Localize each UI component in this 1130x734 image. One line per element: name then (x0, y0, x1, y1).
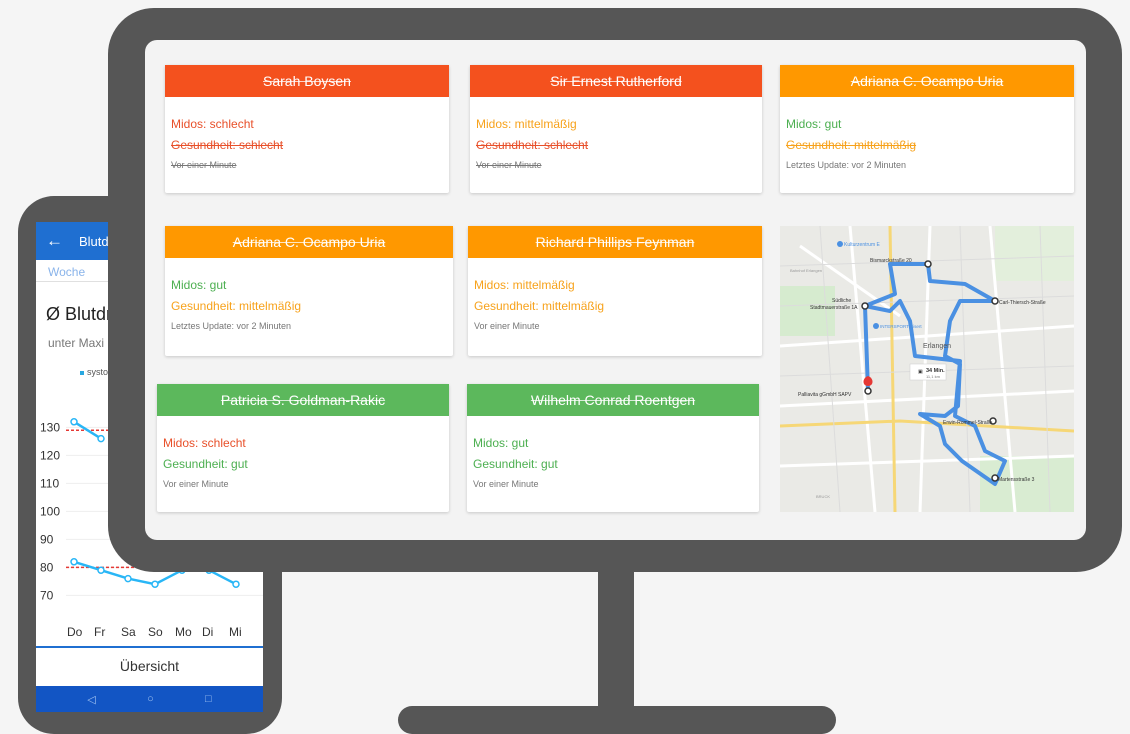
patient-name: Adriana C. Ocampo Uria (780, 65, 1074, 97)
patient-card[interactable]: Adriana C. Ocampo Uria Midos: gut Gesundhe… (780, 65, 1074, 193)
last-update: Vor einer Minute (171, 160, 237, 170)
patient-name: Sarah Boysen (165, 65, 449, 97)
map-label-erwin: Erwin-Rommel-Straße (943, 420, 993, 426)
map-label-suedliche: Südliche (832, 298, 851, 304)
health-status: Gesundheit: gut (163, 457, 248, 471)
patient-card[interactable]: Wilhelm Conrad Roentgen Midos: gut Gesundh… (467, 384, 759, 512)
last-update: Vor einer Minute (163, 479, 229, 489)
route-distance: 11,1 km (926, 374, 941, 379)
midos-status: Midos: mittelmäßig (474, 278, 575, 292)
health-status: Gesundheit: mittelmäßig (474, 299, 605, 313)
x-tick-label: Sa (121, 625, 136, 639)
x-tick-label: Fr (94, 625, 105, 639)
data-point (70, 558, 78, 566)
midos-status: Midos: gut (786, 117, 842, 131)
x-tick-label: Do (67, 625, 83, 639)
map-label-erlangen: Erlangen (923, 343, 951, 350)
android-nav-bar: ◁ ○ □ (36, 686, 263, 712)
last-update: Vor einer Minute (473, 479, 539, 489)
last-update: Vor einer Minute (474, 321, 540, 331)
patient-status: Midos: gut Gesundheit: mittelmäßig Letztes… (165, 258, 453, 331)
nav-back-icon[interactable]: ◁ (87, 693, 95, 706)
monitor-neck (598, 568, 634, 712)
x-tick-label: Mi (229, 625, 242, 639)
map-label-bismarck: Bismarckstraße 20 (870, 258, 912, 264)
location-pin-icon (863, 376, 873, 386)
data-point (124, 574, 132, 583)
midos-status: Midos: schlecht (171, 117, 254, 131)
monitor-base (398, 706, 836, 734)
health-status: Gesundheit: gut (473, 457, 558, 471)
last-update: Letztes Update: vor 2 Minuten (171, 321, 292, 331)
legend-dot-icon (80, 370, 84, 375)
patient-status: Midos: schlecht Gesundheit: schlecht Vor e… (165, 97, 449, 170)
patient-name: Adriana C. Ocampo Uria (165, 226, 453, 258)
data-point (151, 580, 159, 588)
y-tick-label: 130 (40, 420, 60, 434)
last-update: Vor einer Minute (476, 160, 542, 170)
patient-status: Midos: mittelmäßig Gesundheit: schlecht Vo… (470, 97, 762, 170)
map-canvas: ▣ 34 Min. 11,1 km Kulturzentrum E Bismar… (780, 226, 1074, 512)
y-tick-label: 100 (40, 504, 60, 518)
nav-recents-icon[interactable]: □ (205, 693, 212, 705)
y-tick-label: 120 (40, 448, 60, 462)
patient-status: Midos: gut Gesundheit: mittelmäßig Letztes… (780, 97, 1074, 170)
midos-status: Midos: schlecht (163, 436, 246, 450)
data-point (97, 566, 105, 574)
y-tick-label: 110 (40, 476, 59, 490)
nav-home-icon[interactable]: ○ (147, 693, 154, 705)
phone-tab-label: Woche (48, 265, 86, 279)
midos-status: Midos: mittelmäßig (476, 117, 577, 131)
y-tick-label: 80 (40, 560, 54, 574)
dashboard-screen: Sarah Boysen Midos: schlecht Gesundheit: s… (145, 40, 1086, 540)
map-label-palliavita: Palliavita gGmbH SAPV (798, 392, 852, 398)
patient-card[interactable]: Adriana C. Ocampo Uria Midos: gut Gesundhe… (165, 226, 453, 356)
x-tick-label: So (148, 625, 163, 639)
legend-label: systo (87, 367, 109, 377)
health-status: Gesundheit: mittelmäßig (786, 138, 917, 152)
back-arrow-icon[interactable]: ← (46, 231, 63, 251)
map-label-stadtmauer: Stadtmauerstraße 1A (810, 305, 858, 311)
svg-text:▣: ▣ (918, 369, 923, 375)
patient-card[interactable]: Patricia S. Goldman-Rakic Midos: schlecht… (157, 384, 449, 512)
patient-card[interactable]: Sarah Boysen Midos: schlecht Gesundheit: s… (165, 65, 449, 193)
map-label-intersport: INTERSPORT Eisert (880, 324, 922, 329)
health-status: Gesundheit: schlecht (171, 138, 284, 152)
patient-name: Sir Ernest Rutherford (470, 65, 762, 97)
patient-status: Midos: mittelmäßig Gesundheit: mittelmäßi… (468, 258, 762, 331)
patient-name: Patricia S. Goldman-Rakic (157, 384, 449, 416)
patient-status: Midos: gut Gesundheit: gut Vor einer Minut… (467, 416, 759, 489)
patient-name: Wilhelm Conrad Roentgen (467, 384, 759, 416)
overview-button[interactable]: Übersicht (36, 646, 263, 686)
health-status: Gesundheit: mittelmäßig (171, 299, 302, 313)
data-point (97, 434, 105, 443)
y-tick-label: 70 (40, 588, 54, 602)
patient-name: Richard Phillips Feynman (468, 226, 762, 258)
overview-button-label: Übersicht (119, 658, 180, 674)
map-label-martens: Martensstraße 3 (998, 477, 1035, 483)
x-tick-label: Di (202, 625, 213, 639)
patient-card[interactable]: Sir Ernest Rutherford Midos: mittelmäßig G… (470, 65, 762, 193)
data-point (232, 580, 240, 588)
y-tick-label: 90 (40, 532, 54, 546)
patient-card[interactable]: Richard Phillips Feynman Midos: mittelmäß… (468, 226, 762, 356)
route-map[interactable]: ▣ 34 Min. 11,1 km Kulturzentrum E Bismar… (780, 226, 1074, 512)
x-tick-label: Mo (175, 625, 192, 639)
last-update: Letztes Update: vor 2 Minuten (786, 160, 907, 170)
map-label-carl: Carl-Thiersch-Straße (999, 300, 1046, 306)
health-status: Gesundheit: schlecht (476, 138, 589, 152)
midos-status: Midos: gut (171, 278, 227, 292)
patient-status: Midos: schlecht Gesundheit: gut Vor einer … (157, 416, 449, 489)
map-label-bahnhof: Bahnhof Erlangen (790, 268, 822, 273)
midos-status: Midos: gut (473, 436, 529, 450)
map-label-bruck: BRUCK (816, 494, 830, 499)
map-label-kultur: Kulturzentrum E (844, 242, 881, 248)
data-point (70, 418, 78, 426)
